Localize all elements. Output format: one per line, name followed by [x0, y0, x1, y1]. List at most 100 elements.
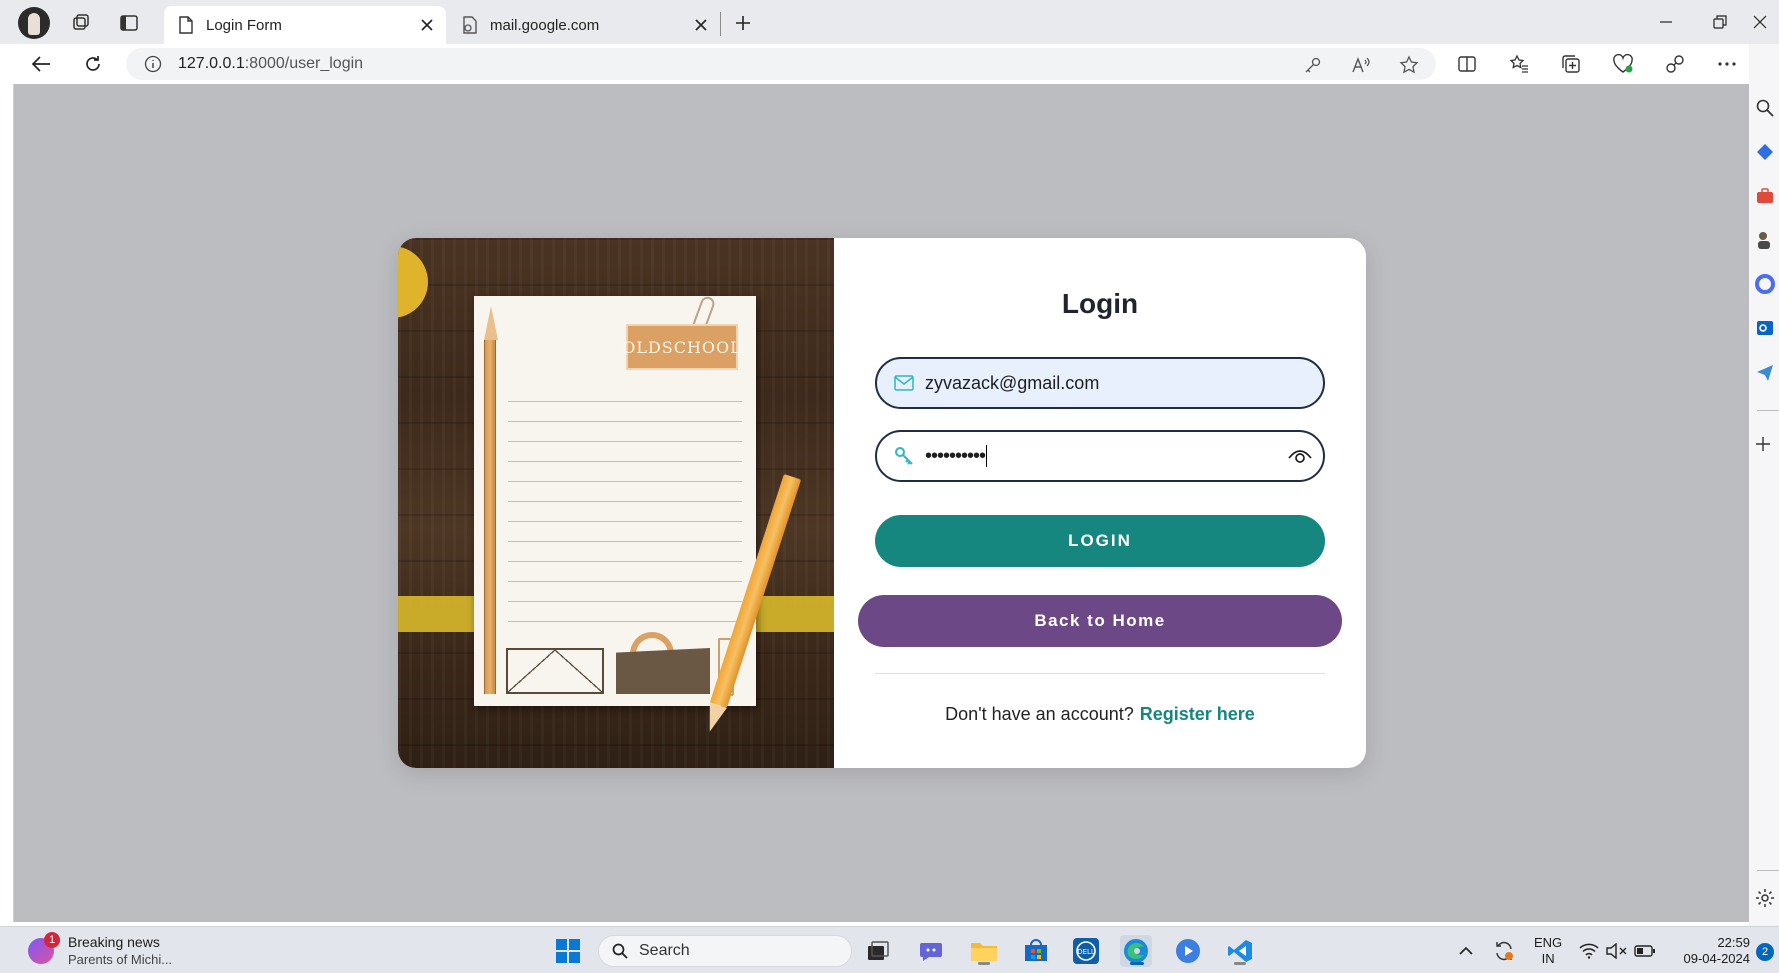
sidebar-settings-gear-icon[interactable]	[1755, 886, 1779, 910]
microsoft-store-icon[interactable]	[1020, 935, 1052, 967]
games-icon[interactable]	[1755, 228, 1779, 252]
microsoft-365-icon[interactable]	[1755, 272, 1779, 296]
notepad-image: OLDSCHOOL	[474, 294, 756, 706]
show-password-eye-icon[interactable]	[1287, 443, 1313, 469]
login-form: Login zyvazack@gmail.com •••••••••• LOGI…	[834, 238, 1366, 768]
email-value: zyvazack@gmail.com	[925, 372, 1100, 393]
register-prompt-text: Don't have an account?	[945, 704, 1134, 724]
new-tab-icon[interactable]	[728, 8, 758, 38]
windows-taskbar: 1 Breaking news Parents of Michi... Sear…	[0, 926, 1779, 973]
favorite-star-icon[interactable]	[1398, 54, 1420, 76]
wifi-icon[interactable]	[1576, 935, 1602, 967]
news-badge: 1	[44, 932, 60, 948]
form-divider	[875, 673, 1325, 674]
search-label: Search	[639, 942, 690, 959]
notepad-label: OLDSCHOOL	[622, 324, 741, 370]
login-button[interactable]: LOGIN	[875, 515, 1325, 567]
more-menu-icon[interactable]	[1712, 49, 1742, 79]
teams-chat-icon[interactable]	[916, 935, 948, 967]
sync-status-icon[interactable]	[1488, 935, 1520, 967]
active-indicator	[1130, 962, 1144, 965]
page-loading-icon	[462, 16, 478, 34]
login-card: OLDSCHOOL Login zyvazack@gmail.com •••••…	[398, 238, 1366, 768]
back-to-home-button[interactable]: Back to Home	[858, 595, 1342, 647]
shopping-icon[interactable]	[1755, 140, 1779, 164]
add-sidebar-item-icon[interactable]	[1755, 432, 1779, 456]
key-icon[interactable]	[1302, 54, 1324, 76]
news-widget[interactable]: 1 Breaking news Parents of Michi...	[28, 932, 173, 969]
battery-icon[interactable]	[1632, 935, 1658, 967]
edge-browser-icon[interactable]	[1120, 935, 1152, 967]
running-indicator	[1234, 962, 1246, 965]
browser-essentials-icon[interactable]	[1608, 49, 1638, 79]
page-viewport: OLDSCHOOL Login zyvazack@gmail.com •••••…	[13, 84, 1749, 922]
system-clock[interactable]: 22:59 09-04-2024	[1668, 935, 1751, 967]
vscode-icon[interactable]	[1224, 935, 1256, 967]
windows-start-icon[interactable]	[552, 935, 584, 967]
tab-title: mail.google.com	[490, 16, 600, 34]
profile-avatar[interactable]	[18, 7, 50, 39]
svg-text:DELL: DELL	[1077, 948, 1095, 956]
text-cursor	[986, 445, 988, 468]
news-title: Breaking news	[68, 934, 160, 950]
media-player-icon[interactable]	[1172, 935, 1204, 967]
close-window-icon[interactable]	[1740, 6, 1779, 38]
restore-icon[interactable]	[1697, 6, 1743, 38]
page-icon	[178, 16, 194, 34]
login-title: Login	[1061, 288, 1139, 319]
site-info-icon[interactable]	[144, 55, 162, 73]
close-tab-icon[interactable]	[686, 10, 716, 40]
close-tab-icon[interactable]	[412, 10, 442, 40]
workspaces-icon[interactable]	[66, 8, 96, 38]
notepad-lines	[508, 382, 742, 622]
refresh-icon[interactable]	[78, 49, 108, 79]
news-subtitle: Parents of Michi...	[68, 952, 173, 967]
running-indicator	[978, 962, 990, 965]
file-explorer-icon[interactable]	[968, 935, 1000, 967]
browser-tab-bar: Login Form mail.google.com	[0, 0, 1779, 44]
key-icon	[893, 445, 915, 467]
envelope-icon	[893, 372, 915, 394]
taskbar-search[interactable]: Search	[598, 935, 852, 967]
split-screen-icon[interactable]	[1452, 49, 1482, 79]
password-value: ••••••••••	[925, 444, 988, 468]
email-field[interactable]: zyvazack@gmail.com	[875, 357, 1325, 409]
input-language-indicator[interactable]: ENG IN	[1534, 935, 1562, 967]
minimize-icon[interactable]	[1643, 6, 1689, 38]
tab-separator	[720, 12, 721, 36]
drop-icon[interactable]	[1755, 360, 1779, 384]
read-aloud-icon[interactable]	[1350, 54, 1372, 76]
edge-sidebar	[1749, 44, 1779, 928]
back-arrow-icon[interactable]	[26, 49, 56, 79]
search-icon[interactable]	[1755, 96, 1779, 120]
address-toolbar: 127.0.0.1:8000/user_login	[0, 44, 1779, 84]
search-icon	[611, 942, 629, 960]
password-field[interactable]: ••••••••••	[875, 430, 1325, 482]
volume-muted-icon[interactable]	[1604, 935, 1630, 967]
sidebar-divider	[1757, 410, 1779, 411]
tab-title: Login Form	[206, 16, 282, 34]
tab-actions-icon[interactable]	[114, 8, 144, 38]
wooden-desk-illustration: OLDSCHOOL	[398, 238, 834, 768]
tab-gmail[interactable]: mail.google.com	[448, 6, 720, 44]
outlook-icon[interactable]	[1755, 316, 1779, 340]
vertical-pencil	[484, 306, 498, 694]
register-prompt: Don't have an account? Register here	[834, 704, 1366, 725]
show-hidden-icons-chevron-icon[interactable]	[1450, 935, 1482, 967]
url-text: 127.0.0.1:8000/user_login	[178, 55, 364, 72]
extensions-icon[interactable]	[1660, 49, 1690, 79]
favorites-icon[interactable]	[1504, 49, 1534, 79]
tools-icon[interactable]	[1755, 184, 1779, 208]
collections-icon[interactable]	[1556, 49, 1586, 79]
dell-icon[interactable]: DELL	[1070, 935, 1102, 967]
envelope-icon	[506, 648, 604, 694]
task-view-icon[interactable]	[862, 935, 894, 967]
notification-count-badge[interactable]: 2	[1756, 943, 1774, 961]
sidebar-divider	[1757, 870, 1779, 871]
tab-login-form[interactable]: Login Form	[164, 6, 446, 44]
address-bar[interactable]: 127.0.0.1:8000/user_login	[126, 48, 1436, 80]
yellow-circle-decoration	[398, 246, 428, 318]
news-widget-icon: 1	[28, 932, 60, 964]
register-link[interactable]: Register here	[1140, 704, 1255, 724]
tape-dispenser-icon	[616, 648, 710, 694]
